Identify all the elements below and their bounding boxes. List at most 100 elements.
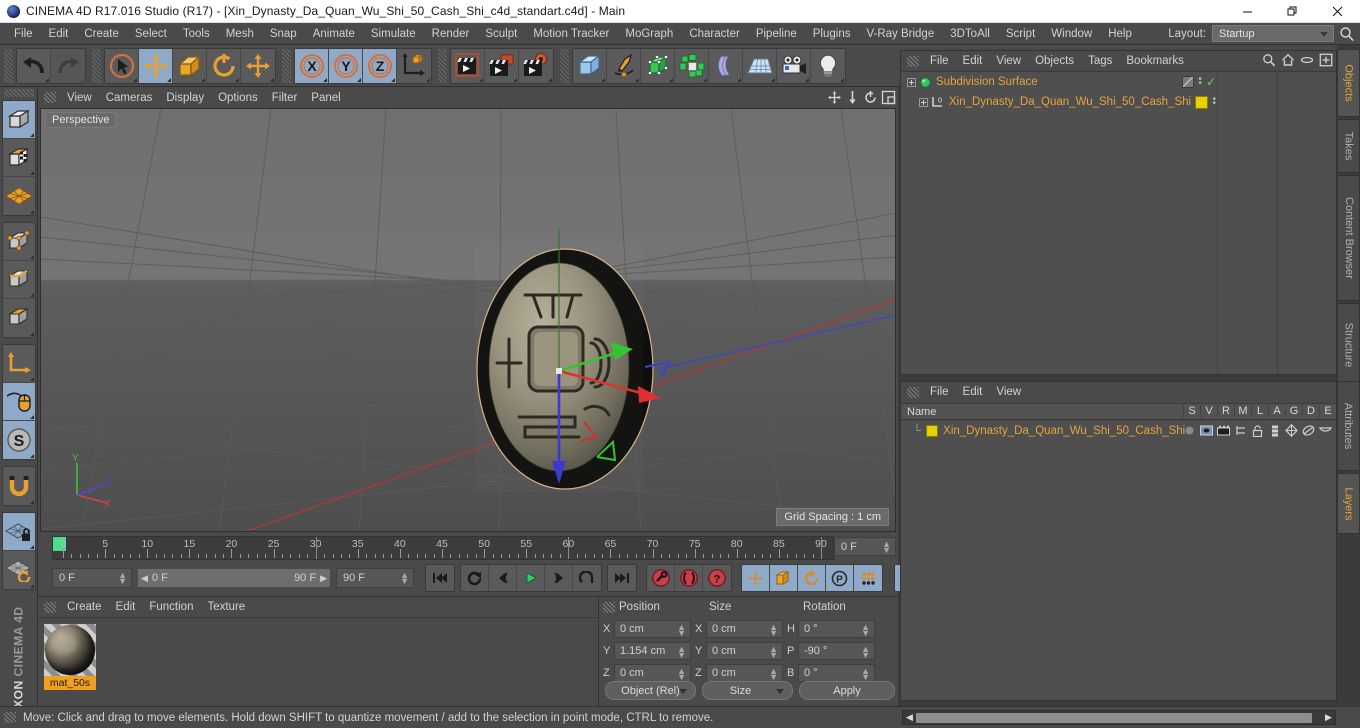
material-menu-create[interactable]: Create	[60, 600, 109, 614]
layer-menu-edit[interactable]: Edit	[956, 385, 990, 399]
spinner-icon[interactable]: ▲ ▼	[861, 623, 870, 638]
layer-column-a[interactable]: A	[1268, 403, 1285, 420]
palette-grip[interactable]	[3, 89, 34, 97]
viewport-menu-options[interactable]: Options	[211, 91, 265, 105]
magnet-tool-button[interactable]	[2, 467, 35, 505]
layer-column-d[interactable]: D	[1302, 403, 1319, 420]
flyout-corner-icon[interactable]	[513, 77, 517, 82]
flyout-corner-icon[interactable]	[201, 77, 205, 82]
autokey-button[interactable]	[675, 565, 703, 591]
current-frame-field[interactable]: 0 F ▲ ▼	[52, 568, 132, 588]
menu-help[interactable]: Help	[1100, 26, 1140, 42]
flyout-corner-icon[interactable]	[703, 77, 707, 82]
minimize-button[interactable]	[1225, 0, 1270, 23]
layer-column-r[interactable]: R	[1217, 403, 1234, 420]
object-menu-tags[interactable]: Tags	[1081, 54, 1119, 68]
plus-box-icon[interactable]	[1319, 53, 1333, 70]
add-light-button[interactable]	[811, 48, 845, 83]
timeline-ruler[interactable]: 051015202530354045505560657075808590	[52, 536, 834, 560]
spinner-icon[interactable]: ▲ ▼	[677, 667, 686, 682]
current-frame-field-right[interactable]: 0 F ▲ ▼	[834, 537, 896, 556]
flyout-corner-icon[interactable]	[805, 77, 809, 82]
flyout-corner-icon[interactable]	[29, 133, 34, 137]
render-region-button[interactable]	[485, 48, 519, 83]
key-point-level-icon[interactable]	[854, 565, 882, 591]
play-button[interactable]	[517, 565, 545, 591]
no-tag-swatch[interactable]	[1182, 76, 1195, 88]
viewport-menu-filter[interactable]: Filter	[265, 91, 305, 105]
key-rotation-button[interactable]	[798, 565, 826, 591]
redo-button[interactable]	[51, 48, 85, 83]
search-icon[interactable]	[1262, 53, 1276, 70]
scroll-left-arrow-icon[interactable]: ◀	[903, 712, 916, 723]
flyout-corner-icon[interactable]	[80, 77, 84, 82]
material-panel-grip[interactable]	[44, 601, 56, 613]
key-param-button[interactable]: P	[826, 565, 854, 591]
material-menu-function[interactable]: Function	[142, 600, 200, 614]
flyout-corner-icon[interactable]	[391, 77, 395, 82]
dynamic-place-tool[interactable]	[241, 48, 275, 83]
spinner-icon[interactable]: ▲ ▼	[769, 623, 778, 638]
menu-script[interactable]: Script	[998, 26, 1043, 42]
record-keyframe-button[interactable]	[647, 565, 675, 591]
toolbar-grip[interactable]	[282, 48, 291, 83]
viewport-menu-cameras[interactable]: Cameras	[99, 91, 160, 105]
visibility-dots-icon[interactable]: • •	[1198, 75, 1202, 89]
lock-z-axis[interactable]: Z	[363, 48, 397, 83]
object-menu-objects[interactable]: Objects	[1028, 54, 1081, 68]
size-z-field[interactable]: 0 cm ▲ ▼	[706, 664, 783, 682]
flyout-corner-icon[interactable]	[737, 77, 741, 82]
object-row-subdivision-surface[interactable]: Subdivision Surface • • ✓	[901, 72, 1336, 92]
flyout-corner-icon[interactable]	[771, 77, 775, 82]
status-grip[interactable]	[4, 712, 16, 723]
render-view-button[interactable]	[451, 48, 485, 83]
size-mode-dropdown[interactable]: Size	[702, 681, 793, 700]
menu-pipeline[interactable]: Pipeline	[748, 26, 805, 42]
undo-button[interactable]	[17, 48, 51, 83]
coordinate-system-dropdown[interactable]: Object (Rel)	[605, 681, 696, 700]
spinner-icon[interactable]: ▲ ▼	[861, 645, 870, 660]
menu-edit[interactable]: Edit	[41, 26, 77, 42]
scale-tool[interactable]	[173, 48, 207, 83]
flyout-corner-icon[interactable]	[167, 77, 171, 82]
vertical-tab-takes[interactable]: Takes	[1337, 119, 1360, 174]
menu-select[interactable]: Select	[127, 26, 175, 42]
flyout-corner-icon[interactable]	[29, 454, 34, 458]
flyout-corner-icon[interactable]	[601, 77, 605, 82]
menu-render[interactable]: Render	[424, 26, 478, 42]
object-menu-view[interactable]: View	[989, 54, 1028, 68]
layer-column-g[interactable]: G	[1285, 403, 1302, 420]
layer-column-l[interactable]: L	[1251, 403, 1268, 420]
flyout-corner-icon[interactable]	[29, 584, 34, 588]
add-deformer-button[interactable]	[709, 48, 743, 83]
live-selection-tool[interactable]	[105, 48, 139, 83]
rotation-p-field[interactable]: -90 ° ▲ ▼	[798, 642, 875, 660]
vertical-tab-layers[interactable]: Layers	[1337, 473, 1360, 535]
menu-animate[interactable]: Animate	[305, 26, 363, 42]
vertical-tab-structure[interactable]: Structure	[1337, 303, 1360, 387]
flyout-corner-icon[interactable]	[29, 500, 34, 504]
go-to-end-button[interactable]	[608, 565, 636, 591]
maximize-view-icon[interactable]	[881, 90, 896, 105]
lock-x-axis[interactable]: X	[295, 48, 329, 83]
flyout-corner-icon[interactable]	[29, 415, 34, 419]
expand-toggle-icon[interactable]	[919, 97, 928, 107]
menu-3dtoall[interactable]: 3DToAll	[942, 26, 998, 42]
enable-snap-button[interactable]: S	[2, 421, 35, 459]
flyout-corner-icon[interactable]	[29, 171, 34, 175]
range-right-arrow-icon[interactable]: ▶	[316, 573, 327, 584]
polygons-mode-button[interactable]	[2, 299, 35, 337]
layer-column-s[interactable]: S	[1183, 403, 1200, 420]
material-item[interactable]: mat_50s	[44, 624, 96, 690]
object-axis-mode-button[interactable]	[2, 345, 35, 383]
visibility-dots-icon[interactable]: • •	[1212, 95, 1216, 109]
go-to-start-button[interactable]	[426, 565, 454, 591]
layer-column-m[interactable]: M	[1234, 403, 1251, 420]
add-cube-button[interactable]	[573, 48, 607, 83]
spinner-icon[interactable]: ▲ ▼	[677, 645, 686, 660]
vertical-tab-content-browser[interactable]: Content Browser	[1337, 175, 1360, 302]
workplane-mode-button[interactable]	[2, 177, 35, 215]
flyout-corner-icon[interactable]	[45, 77, 49, 82]
key-position-button[interactable]	[742, 565, 770, 591]
add-camera-button[interactable]	[777, 48, 811, 83]
